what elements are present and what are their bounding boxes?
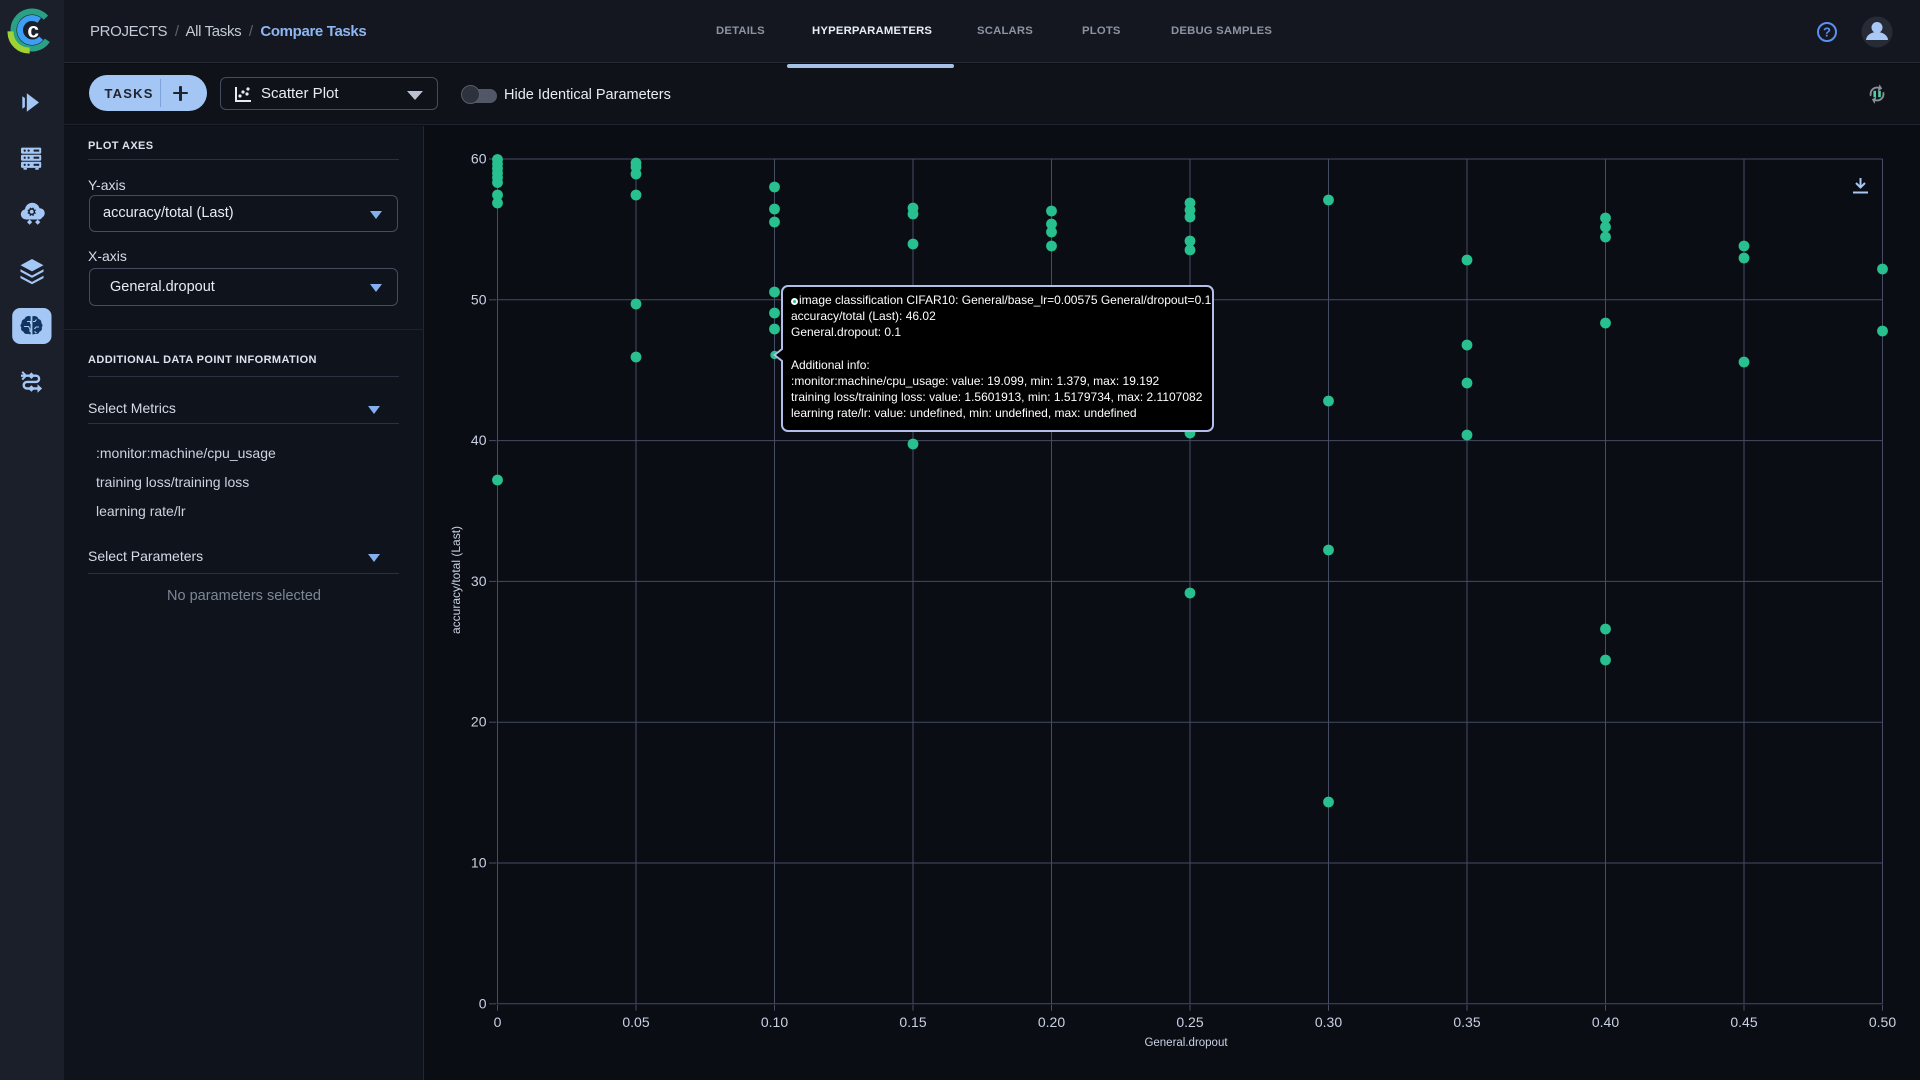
svg-text:0.20: 0.20 — [1038, 1014, 1065, 1030]
svg-text:40: 40 — [471, 432, 487, 448]
svg-text:accuracy/total (Last): accuracy/total (Last) — [449, 526, 463, 634]
svg-text:0.10: 0.10 — [761, 1014, 788, 1030]
svg-text:0: 0 — [494, 1014, 502, 1030]
svg-text:10: 10 — [471, 855, 487, 871]
svg-text:0.40: 0.40 — [1592, 1014, 1619, 1030]
svg-text:0.15: 0.15 — [899, 1014, 926, 1030]
svg-text:20: 20 — [471, 714, 487, 730]
svg-text:?: ? — [1823, 25, 1831, 40]
svg-text:c: c — [27, 20, 39, 43]
svg-text:0.50: 0.50 — [1869, 1014, 1896, 1030]
svg-text:0.30: 0.30 — [1315, 1014, 1342, 1030]
svg-text:General.dropout: General.dropout — [1144, 1037, 1228, 1049]
svg-text:0.45: 0.45 — [1730, 1014, 1757, 1030]
svg-text:0.05: 0.05 — [622, 1014, 649, 1030]
svg-text:0.35: 0.35 — [1453, 1014, 1480, 1030]
svg-text:60: 60 — [471, 151, 487, 167]
svg-text:0.25: 0.25 — [1176, 1014, 1203, 1030]
svg-text:30: 30 — [471, 573, 487, 589]
svg-text:50: 50 — [471, 291, 487, 307]
svg-text:0: 0 — [479, 995, 487, 1011]
